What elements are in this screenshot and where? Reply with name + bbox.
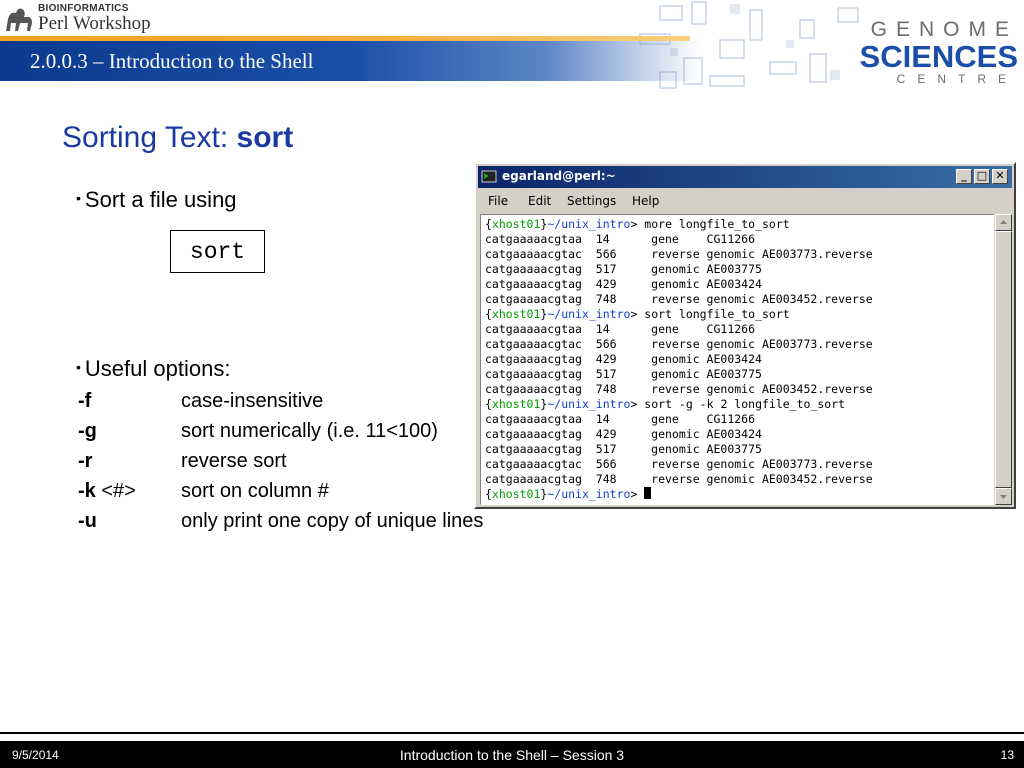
slide-title-plain: Sorting Text: <box>62 121 237 154</box>
terminal-output-line: catgaaaaacgtag 517 genomic AE003775 <box>485 442 762 456</box>
option-description: only print one copy of unique lines <box>181 510 484 532</box>
maximize-button[interactable]: □ <box>974 169 990 184</box>
slide-header: BIOINFORMATICS Perl Workshop 2.0.0.3 – I… <box>0 0 1024 98</box>
gsc-logo-centre: CENTRE <box>896 72 1018 86</box>
terminal-output-line: catgaaaaacgtac 566 reverse genomic AE003… <box>485 337 873 351</box>
code-example: sort <box>170 230 265 273</box>
close-button[interactable]: ✕ <box>992 169 1008 184</box>
gsc-logo: GENOME SCIENCES CENTRE <box>858 18 1018 86</box>
option-flag: -f <box>78 390 92 412</box>
terminal-title-bar[interactable]: egarland@perl:~ _ □ ✕ <box>478 166 1012 188</box>
option-flag: -g <box>78 420 97 442</box>
terminal-title: egarland@perl:~ <box>502 169 616 183</box>
arrow-up-icon <box>1000 220 1007 224</box>
terminal-output-line: catgaaaaacgtag 748 reverse genomic AE003… <box>485 382 873 396</box>
terminal-output-line: catgaaaaacgtaa 14 gene CG11266 <box>485 232 756 246</box>
terminal-output-line: catgaaaaacgtag 429 genomic AE003424 <box>485 427 762 441</box>
slide-footer: 9/5/2014 Introduction to the Shell – Ses… <box>0 741 1024 768</box>
section-title: 2.0.0.3 – Introduction to the Shell <box>30 49 314 73</box>
option-flag: -k <#> <box>78 480 136 502</box>
terminal-output-line: catgaaaaacgtag 429 genomic AE003424 <box>485 277 762 291</box>
terminal-output-line: catgaaaaacgtag 429 genomic AE003424 <box>485 352 762 366</box>
bullet-sort-file: • Sort a file using <box>76 187 237 213</box>
scroll-down-button[interactable] <box>995 488 1012 505</box>
terminal-output-line: catgaaaaacgtac 566 reverse genomic AE003… <box>485 457 873 471</box>
slide-title-command: sort <box>236 121 294 154</box>
camel-icon <box>6 8 32 31</box>
menu-settings[interactable]: Settings <box>567 194 616 208</box>
terminal-output-line: catgaaaaacgtaa 14 gene CG11266 <box>485 412 756 426</box>
option-description: case-insensitive <box>181 390 324 412</box>
terminal-scrollbar[interactable] <box>995 214 1012 505</box>
terminal-command-line: {xhost01}~/unix_intro> more longfile_to_… <box>485 217 790 231</box>
slide-title: Sorting Text: sort <box>62 121 293 155</box>
terminal-output-line: catgaaaaacgtag 748 reverse genomic AE003… <box>485 472 873 486</box>
workshop-logo: BIOINFORMATICS Perl Workshop <box>2 1 172 37</box>
menu-help[interactable]: Help <box>632 194 659 208</box>
arrow-down-icon <box>1000 495 1007 499</box>
terminal-output-line: catgaaaaacgtaa 14 gene CG11266 <box>485 322 756 336</box>
bullet-useful-options: • Useful options: <box>76 356 230 382</box>
terminal-window[interactable]: egarland@perl:~ _ □ ✕ File Edit Settings… <box>474 162 1016 509</box>
terminal-command-line: {xhost01}~/unix_intro> sort -g -k 2 long… <box>485 397 846 411</box>
option-description: reverse sort <box>181 450 287 472</box>
bullet-text: Useful options: <box>84 356 231 381</box>
terminal-menubar: File Edit Settings Help <box>478 190 1012 212</box>
scroll-up-button[interactable] <box>995 214 1012 231</box>
footer-title: Introduction to the Shell – Session 3 <box>399 747 625 763</box>
bullet-dot-icon: • <box>76 190 81 206</box>
logo-perl-workshop-text: Perl Workshop <box>38 13 151 34</box>
menu-file[interactable]: File <box>488 194 508 208</box>
terminal-command-line: {xhost01}~/unix_intro> sort longfile_to_… <box>485 307 790 321</box>
terminal-command-line: {xhost01}~/unix_intro> <box>485 487 652 502</box>
terminal-output-line: catgaaaaacgtag 748 reverse genomic AE003… <box>485 292 873 306</box>
terminal-app-icon <box>481 170 497 183</box>
scroll-thumb[interactable] <box>995 231 1012 488</box>
minimize-button[interactable]: _ <box>956 169 972 184</box>
terminal-cursor <box>644 487 652 499</box>
bullet-text: Sort a file using <box>84 187 237 212</box>
menu-edit[interactable]: Edit <box>528 194 551 208</box>
terminal-output-line: catgaaaaacgtag 517 genomic AE003775 <box>485 262 762 276</box>
terminal-output[interactable]: {xhost01}~/unix_intro> more longfile_to_… <box>480 214 994 505</box>
gsc-logo-sciences: SCIENCES <box>859 39 1018 74</box>
option-flag: -r <box>78 450 93 472</box>
page-number: 13 <box>1000 748 1014 762</box>
option-flag: -u <box>78 510 97 532</box>
terminal-output-line: catgaaaaacgtac 566 reverse genomic AE003… <box>485 247 873 261</box>
bullet-dot-icon: • <box>76 359 81 375</box>
terminal-output-line: catgaaaaacgtag 517 genomic AE003775 <box>485 367 762 381</box>
footer-divider <box>0 732 1024 734</box>
option-description: sort numerically (i.e. 11<100) <box>181 420 438 442</box>
option-description: sort on column # <box>181 480 329 502</box>
